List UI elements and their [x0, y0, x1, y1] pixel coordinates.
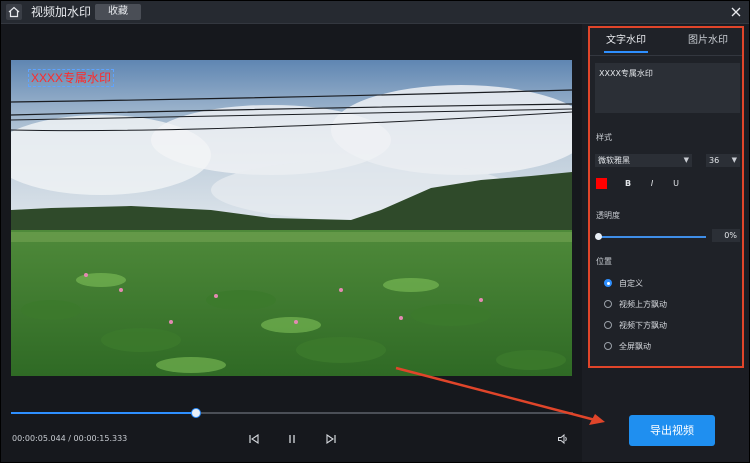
preview-area: XXXX专属水印 00:00:05.044 / 00:00:15.333	[1, 24, 582, 462]
style-label: 样式	[596, 133, 612, 142]
home-icon	[8, 6, 20, 18]
close-button[interactable]	[729, 4, 743, 18]
bold-button[interactable]: B	[622, 178, 634, 190]
seek-bar-progress	[11, 412, 197, 414]
chevron-down-icon: ▼	[731, 156, 737, 164]
close-icon	[731, 7, 741, 17]
next-frame-button[interactable]	[325, 433, 337, 445]
chevron-down-icon: ▼	[683, 156, 689, 164]
favorite-button[interactable]: 收藏	[95, 4, 141, 20]
watermark-text-overlay[interactable]: XXXX专属水印	[28, 69, 115, 87]
watermark-text-input[interactable]	[595, 63, 740, 113]
opacity-label: 透明度	[596, 211, 620, 220]
tab-text-watermark[interactable]: 文字水印	[592, 34, 660, 48]
position-option-label: 视频上方飘动	[619, 300, 667, 309]
position-label: 位置	[596, 257, 612, 266]
seek-bar[interactable]	[11, 408, 573, 418]
underline-button[interactable]: U	[670, 178, 682, 190]
skip-back-icon	[249, 433, 259, 445]
active-tab-indicator	[604, 51, 648, 53]
position-option-label: 自定义	[619, 279, 643, 288]
volume-button[interactable]	[557, 433, 569, 445]
opacity-slider-handle[interactable]	[595, 233, 602, 240]
volume-icon	[558, 433, 567, 445]
radio-unselected[interactable]	[604, 342, 612, 350]
radio-unselected[interactable]	[604, 300, 612, 308]
video-frame-image	[11, 60, 572, 376]
pause-button[interactable]	[286, 433, 298, 445]
radio-unselected[interactable]	[604, 321, 612, 329]
pause-icon	[289, 435, 295, 443]
radio-selected[interactable]	[604, 279, 612, 287]
tab-divider	[590, 55, 742, 56]
video-watermark-window: 视频加水印 收藏 XXXX专属水印 00:00:05.044 / 00:00:1…	[1, 1, 749, 462]
skip-forward-icon	[326, 433, 336, 445]
italic-button[interactable]: I	[646, 178, 658, 190]
window-title: 视频加水印	[31, 5, 92, 19]
export-video-button[interactable]: 导出视频	[629, 415, 715, 446]
opacity-slider[interactable]	[598, 236, 706, 238]
seek-handle[interactable]	[191, 408, 202, 418]
font-family-value: 微软雅黑	[598, 156, 630, 165]
font-family-select[interactable]: 微软雅黑 ▼	[595, 154, 692, 167]
tab-image-watermark[interactable]: 图片水印	[674, 34, 742, 48]
position-option-label: 全屏飘动	[619, 342, 651, 351]
previous-frame-button[interactable]	[248, 433, 260, 445]
home-button[interactable]	[6, 4, 22, 20]
text-color-picker[interactable]	[596, 178, 607, 189]
time-display: 00:00:05.044 / 00:00:15.333	[12, 434, 128, 443]
position-option-label: 视频下方飘动	[619, 321, 667, 330]
title-bar: 视频加水印 收藏	[1, 1, 749, 24]
video-preview[interactable]: XXXX专属水印	[11, 60, 572, 376]
font-size-value: 36	[709, 156, 720, 165]
font-size-select[interactable]: 36 ▼	[706, 154, 740, 167]
watermark-settings-panel: 文字水印 图片水印 样式 微软雅黑 ▼ 36 ▼ B I U 透明度 0% 位置…	[588, 26, 744, 368]
opacity-value-input[interactable]: 0%	[712, 229, 740, 242]
